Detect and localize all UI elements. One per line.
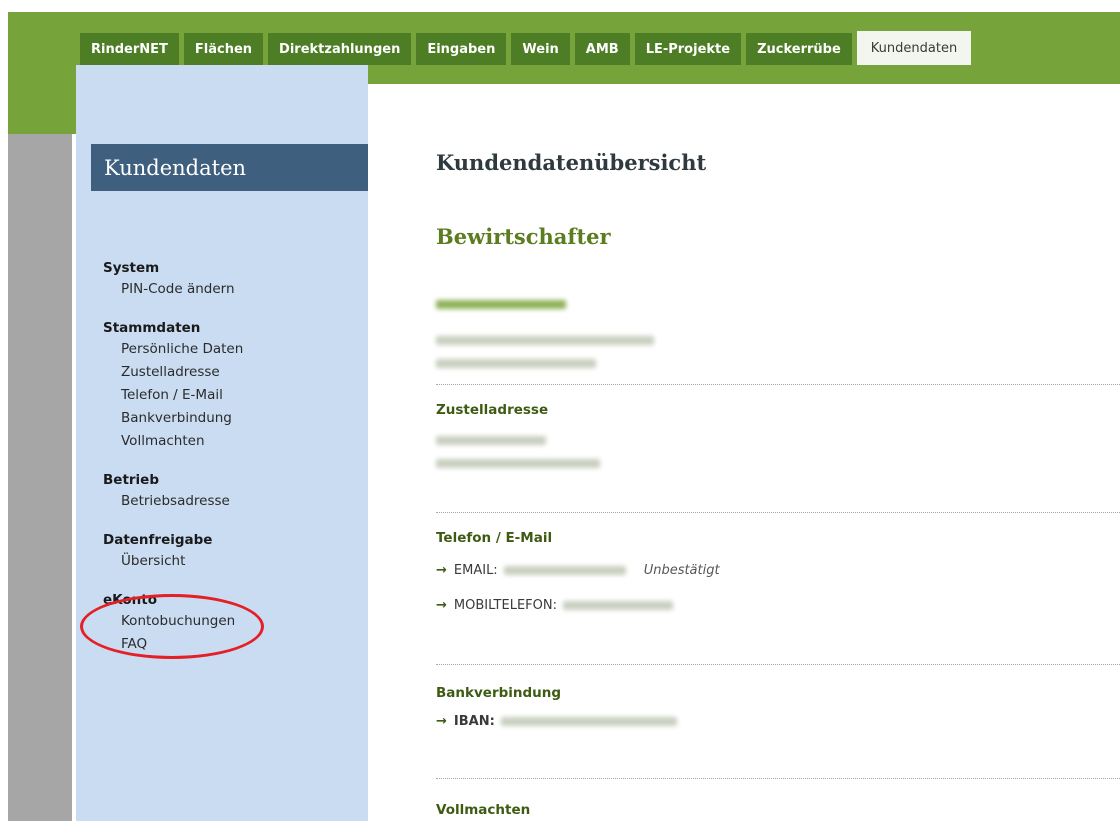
bankverbindung-heading: Bankverbindung xyxy=(436,685,562,701)
nav-heading-stammdaten: Stammdaten xyxy=(103,320,201,336)
page-margin xyxy=(8,134,72,821)
email-label: EMAIL: xyxy=(453,563,498,578)
tab-amb[interactable]: AMB xyxy=(574,33,630,65)
redacted-city xyxy=(436,459,600,468)
divider xyxy=(436,664,1120,665)
tab-rindernet[interactable]: RinderNET xyxy=(80,33,179,65)
email-row: → EMAIL: Unbestätigt xyxy=(436,563,720,578)
redacted-mobile xyxy=(563,601,673,610)
nav-heading-betrieb: Betrieb xyxy=(103,472,160,488)
tab-direktzahlungen[interactable]: Direktzahlungen xyxy=(268,33,412,65)
vollmachten-heading: Vollmachten xyxy=(436,802,531,818)
arrow-icon: → xyxy=(436,598,447,613)
email-status: Unbestätigt xyxy=(643,563,720,578)
tab-kundendaten[interactable]: Kundendaten xyxy=(856,31,972,65)
nav-heading-system: System xyxy=(103,260,160,276)
redacted-iban xyxy=(500,717,677,726)
divider xyxy=(436,512,1120,513)
iban-row: → IBAN: xyxy=(436,714,677,729)
highlight-annotation xyxy=(80,594,264,659)
nav-group-system: System PIN-Code ändern xyxy=(103,258,363,301)
sidebar-title: Kundendaten xyxy=(91,144,368,191)
nav-group-datenfreigabe: Datenfreigabe Übersicht xyxy=(103,530,363,573)
divider xyxy=(436,384,1120,385)
redacted-street xyxy=(436,436,546,445)
arrow-icon: → xyxy=(436,563,447,578)
mobile-row: → MOBILTELEFON: xyxy=(436,598,673,613)
sidebar-item-telefon-email[interactable]: Telefon / E-Mail xyxy=(103,384,363,407)
iban-label: IBAN: xyxy=(453,714,495,729)
sidebar: Kundendaten System PIN-Code ändern Stamm… xyxy=(76,65,368,821)
sidebar-item-zustelladresse[interactable]: Zustelladresse xyxy=(103,361,363,384)
mobile-label: MOBILTELEFON: xyxy=(453,598,557,613)
zustelladresse-heading: Zustelladresse xyxy=(436,402,549,418)
sidebar-item-betriebsadresse[interactable]: Betriebsadresse xyxy=(103,490,363,513)
tab-zuckerruebe[interactable]: Zuckerrübe xyxy=(746,33,852,65)
tab-wein[interactable]: Wein xyxy=(511,33,570,65)
main-panel xyxy=(368,84,1120,821)
section-title: Bewirtschafter xyxy=(436,224,611,249)
tab-le-projekte[interactable]: LE-Projekte xyxy=(634,33,742,65)
nav-heading-datenfreigabe: Datenfreigabe xyxy=(103,532,213,548)
redacted-id xyxy=(436,359,596,368)
sidebar-item-bankverbindung[interactable]: Bankverbindung xyxy=(103,407,363,430)
nav-group-stammdaten: Stammdaten Persönliche Daten Zustelladre… xyxy=(103,318,363,453)
nav-group-betrieb: Betrieb Betriebsadresse xyxy=(103,470,363,513)
redacted-name xyxy=(436,300,566,309)
telefon-email-heading: Telefon / E-Mail xyxy=(436,530,553,546)
page-title: Kundendatenübersicht xyxy=(436,150,707,175)
divider xyxy=(436,778,1120,779)
sidebar-item-uebersicht[interactable]: Übersicht xyxy=(103,550,363,573)
main-tabs: RinderNET Flächen Direktzahlungen Eingab… xyxy=(80,31,976,65)
tab-flaechen[interactable]: Flächen xyxy=(183,33,264,65)
sidebar-item-persoenliche-daten[interactable]: Persönliche Daten xyxy=(103,338,363,361)
tab-eingaben[interactable]: Eingaben xyxy=(416,33,507,65)
redacted-email xyxy=(503,566,626,575)
sidebar-item-vollmachten[interactable]: Vollmachten xyxy=(103,430,363,453)
sidebar-item-pin-code[interactable]: PIN-Code ändern xyxy=(103,278,363,301)
arrow-icon: → xyxy=(436,714,447,729)
redacted-birthdate xyxy=(436,336,654,345)
